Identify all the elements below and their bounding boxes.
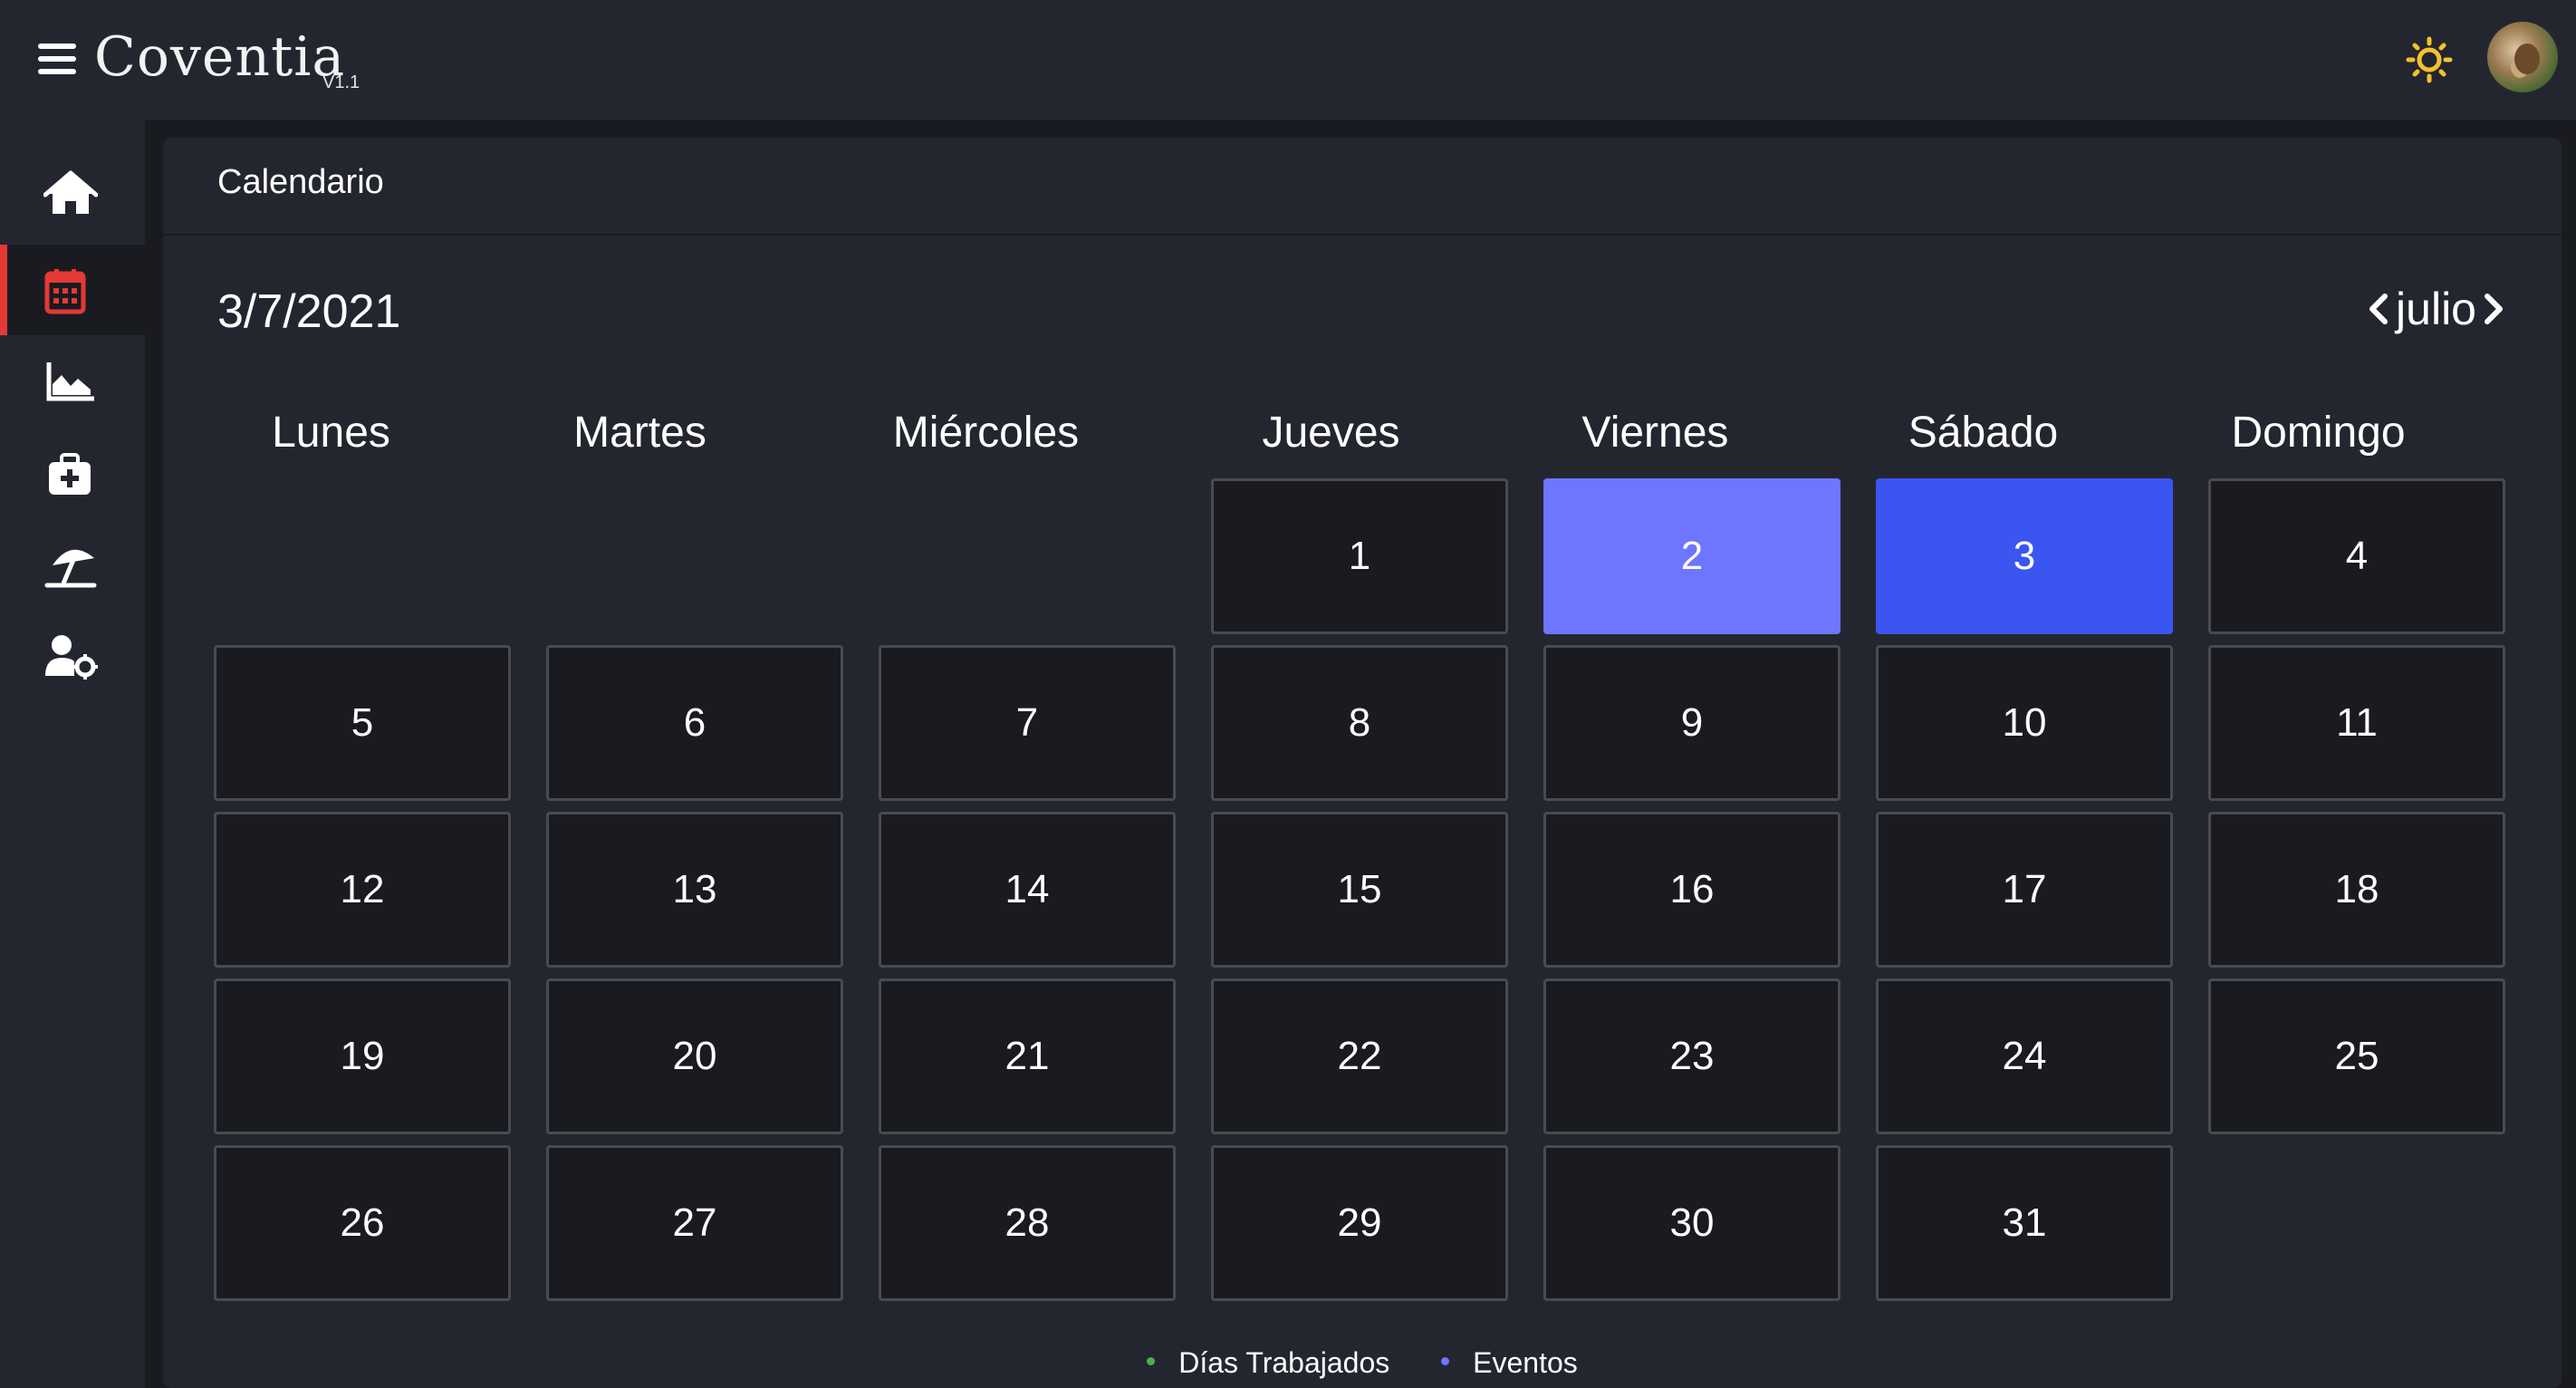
sidebar-item-home[interactable] bbox=[0, 147, 145, 237]
sidebar-item-statistics[interactable] bbox=[0, 335, 145, 426]
chevron-left-icon[interactable] bbox=[2361, 284, 2394, 334]
sidebar-item-calendar[interactable] bbox=[0, 245, 145, 335]
green-dot-icon bbox=[1147, 1357, 1156, 1366]
month-navigator: julio bbox=[2361, 283, 2511, 337]
sun-icon[interactable] bbox=[2406, 36, 2453, 83]
card-header: Calendario bbox=[163, 138, 2562, 236]
calendar-legend: Días Trabajados Eventos bbox=[163, 1346, 2562, 1380]
legend-worked-days: Días Trabajados bbox=[1147, 1346, 1389, 1380]
top-bar: Coventia V1.1 bbox=[0, 0, 2576, 120]
weekday-header: Viernes bbox=[1581, 409, 1729, 457]
calendar-day[interactable]: 13 bbox=[546, 812, 843, 968]
weekday-header: Martes bbox=[573, 409, 706, 457]
calendar-day[interactable]: 27 bbox=[546, 1145, 843, 1301]
sidebar bbox=[0, 120, 145, 1388]
page-title: Calendario bbox=[217, 163, 384, 201]
home-icon bbox=[43, 170, 98, 214]
calendar-icon bbox=[44, 269, 86, 314]
calendar-day[interactable]: 23 bbox=[1543, 978, 1841, 1134]
calendar-day[interactable]: 11 bbox=[2208, 645, 2505, 801]
calendar-day[interactable]: 8 bbox=[1211, 645, 1508, 801]
weekday-header: Miércoles bbox=[892, 409, 1080, 457]
calendar-day[interactable]: 1 bbox=[1211, 478, 1508, 634]
user-settings-icon bbox=[45, 635, 98, 680]
calendar-day[interactable]: 31 bbox=[1876, 1145, 2173, 1301]
legend-label: Eventos bbox=[1473, 1346, 1578, 1379]
calendar-day[interactable]: 22 bbox=[1211, 978, 1508, 1134]
medical-kit-icon bbox=[49, 453, 91, 495]
calendar-day[interactable]: 25 bbox=[2208, 978, 2505, 1134]
calendar-day[interactable]: 7 bbox=[879, 645, 1176, 801]
legend-events: Eventos bbox=[1441, 1346, 1578, 1380]
sidebar-item-vacations[interactable] bbox=[0, 518, 145, 609]
app-version: V1.1 bbox=[322, 72, 360, 92]
calendar-day[interactable]: 26 bbox=[214, 1145, 511, 1301]
calendar-day[interactable]: 9 bbox=[1543, 645, 1841, 801]
calendar-day[interactable]: 28 bbox=[879, 1145, 1176, 1301]
current-date: 3/7/2021 bbox=[217, 285, 401, 338]
calendar-day[interactable]: 16 bbox=[1543, 812, 1841, 968]
beach-umbrella-icon bbox=[44, 549, 97, 588]
blue-dot-icon bbox=[1441, 1357, 1450, 1366]
app-logo: Coventia bbox=[94, 25, 346, 89]
calendar-day[interactable]: 10 bbox=[1876, 645, 2173, 801]
month-label: julio bbox=[2396, 284, 2476, 334]
calendar-day[interactable]: 17 bbox=[1876, 812, 2173, 968]
calendar-card: Calendario 3/7/2021 julio Lunes Martes M… bbox=[163, 138, 2562, 1388]
calendar-day[interactable]: 24 bbox=[1876, 978, 2173, 1134]
legend-label: Días Trabajados bbox=[1178, 1346, 1390, 1379]
sidebar-item-user-settings[interactable] bbox=[0, 609, 145, 699]
weekday-header: Domingo bbox=[2231, 409, 2406, 457]
chart-area-icon bbox=[46, 362, 94, 401]
weekday-header: Jueves bbox=[1262, 409, 1400, 457]
calendar-day[interactable]: 5 bbox=[214, 645, 511, 801]
weekday-header: Lunes bbox=[272, 409, 390, 457]
calendar-day[interactable]: 30 bbox=[1543, 1145, 1841, 1301]
menu-icon[interactable] bbox=[38, 43, 78, 74]
calendar-day[interactable]: 19 bbox=[214, 978, 511, 1134]
calendar-day[interactable]: 12 bbox=[214, 812, 511, 968]
calendar-day[interactable]: 2 bbox=[1543, 478, 1841, 634]
calendar-day[interactable]: 20 bbox=[546, 978, 843, 1134]
calendar-day[interactable]: 15 bbox=[1211, 812, 1508, 968]
calendar-day[interactable]: 4 bbox=[2208, 478, 2505, 634]
calendar-day[interactable]: 18 bbox=[2208, 812, 2505, 968]
calendar-day[interactable]: 14 bbox=[879, 812, 1176, 968]
sidebar-item-medical[interactable] bbox=[0, 428, 145, 518]
calendar-day[interactable]: 3 bbox=[1876, 478, 2173, 634]
calendar-day[interactable]: 6 bbox=[546, 645, 843, 801]
avatar[interactable] bbox=[2487, 22, 2558, 92]
calendar-day[interactable]: 29 bbox=[1211, 1145, 1508, 1301]
weekday-header: Sábado bbox=[1908, 409, 2059, 457]
calendar-day[interactable]: 21 bbox=[879, 978, 1176, 1134]
chevron-right-icon[interactable] bbox=[2478, 284, 2511, 334]
